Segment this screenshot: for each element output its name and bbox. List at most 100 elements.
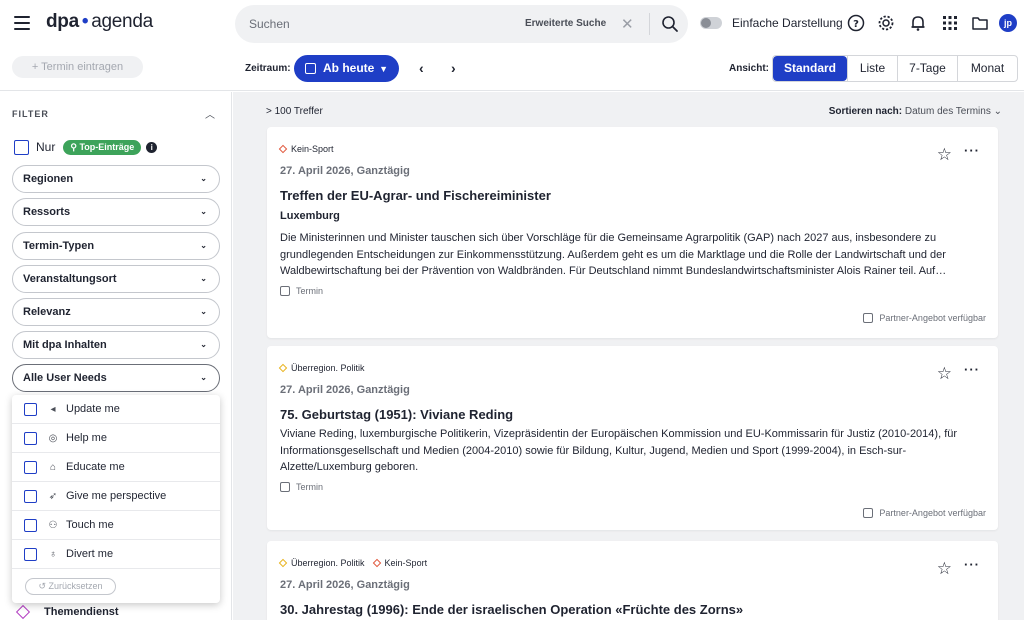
filter-regionen[interactable]: Regionen ⌄ <box>12 165 220 193</box>
next-arrow-icon[interactable]: › <box>451 60 456 76</box>
user-need-option[interactable]: ⚇ Touch me <box>12 511 220 540</box>
reset-label: Zurücksetzen <box>48 581 103 591</box>
event-date: 27. April 2026, Ganztägig <box>280 165 410 177</box>
partner-label: Partner-Angebot verfügbar <box>879 508 986 518</box>
event-title[interactable]: 75. Geburtstag (1951): Viviane Reding <box>280 407 513 422</box>
info-icon[interactable]: i <box>146 141 158 153</box>
lifebuoy-icon: ◎ <box>48 432 58 444</box>
more-options-icon[interactable]: ··· <box>964 362 980 377</box>
category-tag: Überregion. Politik <box>278 558 365 568</box>
chevron-up-icon[interactable]: ︿ <box>205 106 215 121</box>
user-need-option[interactable]: ⌂ Educate me <box>12 453 220 482</box>
results-area: > 100 Treffer Sortieren nach: Datum des … <box>233 92 1024 620</box>
sort-control[interactable]: Sortieren nach: Datum des Termins ⌄ <box>829 106 1002 117</box>
tab-monat[interactable]: Monat <box>957 56 1017 81</box>
hamburger-menu-icon[interactable] <box>14 16 30 30</box>
user-need-label: Update me <box>66 403 120 415</box>
chevron-down-icon: ⌄ <box>993 106 1002 117</box>
event-type-label: Termin <box>296 482 324 492</box>
star-icon[interactable]: ☆ <box>937 364 952 384</box>
balloon-icon: ♁ <box>49 548 57 560</box>
themendienst-label: Themendienst <box>44 606 119 618</box>
user-need-checkbox[interactable] <box>24 460 37 474</box>
help-icon[interactable]: ? <box>847 14 865 32</box>
sidebar-item-themendienst[interactable]: Themendienst <box>15 604 119 620</box>
filter-relevanz[interactable]: Relevanz ⌄ <box>12 298 220 326</box>
filter-label: Relevanz <box>23 306 71 318</box>
filter-user-needs[interactable]: Alle User Needs ⌄ <box>12 364 220 392</box>
event-title[interactable]: 30. Jahrestag (1996): Ende der israelisc… <box>280 602 743 617</box>
chevron-down-icon: ⌄ <box>200 274 207 283</box>
card-tags: Überregion. Politik Kein-Sport <box>278 558 436 568</box>
user-need-checkbox[interactable] <box>24 518 37 532</box>
user-need-option[interactable]: ◎ Help me <box>12 424 220 453</box>
more-options-icon[interactable]: ··· <box>964 143 980 158</box>
card-tags: Überregion. Politik <box>278 363 374 373</box>
user-need-checkbox[interactable] <box>24 402 37 416</box>
filter-label: Ressorts <box>23 206 71 218</box>
search-icon[interactable] <box>661 15 679 33</box>
chevron-down-icon: ⌄ <box>200 174 207 183</box>
chevron-down-icon: ⌄ <box>200 373 207 382</box>
user-need-option[interactable]: ◂ Update me <box>12 395 220 424</box>
calendar-icon <box>305 63 316 74</box>
tag-label: Kein-Sport <box>384 558 428 568</box>
nur-label: Nur <box>36 140 56 154</box>
advanced-search-link[interactable]: Erweiterte Suche <box>525 18 606 29</box>
star-icon[interactable]: ☆ <box>937 145 952 165</box>
prev-arrow-icon[interactable]: ‹ <box>419 60 424 76</box>
logo-dot: • <box>81 11 89 32</box>
filter-veranstaltungsort[interactable]: Veranstaltungsort ⌄ <box>12 265 220 293</box>
event-description: Viviane Reding, luxemburgische Politiker… <box>280 428 958 473</box>
tag-label: Kein-Sport <box>291 144 334 154</box>
user-need-checkbox[interactable] <box>24 489 37 503</box>
user-need-option[interactable]: ♁ Divert me <box>12 540 220 569</box>
zeitraum-dropdown[interactable]: Ab heute ▼ <box>294 55 399 82</box>
event-card[interactable]: Überregion. Politik Kein-Sport ☆ ··· 27.… <box>267 541 998 620</box>
shopping-bag-icon <box>863 313 874 323</box>
apps-grid-icon[interactable] <box>941 14 959 32</box>
event-card[interactable]: Kein-Sport ☆ ··· 27. April 2026, Ganztäg… <box>267 127 998 338</box>
filter-dpa-inhalte[interactable]: Mit dpa Inhalten ⌄ <box>12 331 220 359</box>
event-date: 27. April 2026, Ganztägig <box>280 579 410 591</box>
event-card[interactable]: Überregion. Politik ☆ ··· 27. April 2026… <box>267 346 998 530</box>
event-description: Die Ministerinnen und Minister tauschen … <box>280 232 947 277</box>
more-options-icon[interactable]: ··· <box>964 557 980 572</box>
diamond-icon <box>15 604 31 620</box>
zeitraum-label: Zeitraum: <box>245 63 291 74</box>
user-avatar[interactable]: jp <box>999 14 1017 32</box>
add-event-button[interactable]: + Termin eintragen <box>12 56 143 78</box>
user-need-option[interactable]: ➶ Give me perspective <box>12 482 220 511</box>
top-entries-checkbox[interactable] <box>14 139 29 155</box>
hit-count: > 100 Treffer <box>266 106 323 117</box>
user-need-checkbox[interactable] <box>24 431 37 445</box>
simple-view-toggle[interactable] <box>700 17 722 29</box>
reset-button[interactable]: ↺ Zurücksetzen <box>25 578 116 595</box>
chevron-down-icon: ⌄ <box>200 340 207 349</box>
calendar-icon <box>280 286 290 296</box>
top-entries-badge: ⚲ Top-Einträge <box>63 139 142 155</box>
filter-termin-typen[interactable]: Termin-Typen ⌄ <box>12 232 220 260</box>
user-need-checkbox[interactable] <box>24 547 37 561</box>
logo-agenda: agenda <box>91 11 153 32</box>
filter-label: Regionen <box>23 173 74 185</box>
tab-liste[interactable]: Liste <box>847 56 897 81</box>
bell-icon[interactable] <box>909 14 927 32</box>
star-icon[interactable]: ☆ <box>937 559 952 579</box>
event-location: Luxemburg <box>280 210 340 222</box>
tab-standard[interactable]: Standard <box>773 56 847 81</box>
clear-search-icon[interactable]: ✕ <box>621 15 634 33</box>
folder-icon[interactable] <box>971 14 989 32</box>
category-tag: Kein-Sport <box>372 558 428 568</box>
diamond-icon <box>278 144 288 154</box>
category-tag: Kein-Sport <box>278 144 334 154</box>
event-title[interactable]: Treffen der EU-Agrar- und Fischereiminis… <box>280 188 551 203</box>
top-entries-filter: Nur ⚲ Top-Einträge i <box>14 139 158 155</box>
search-bar[interactable]: Suchen Erweiterte Suche ✕ <box>235 5 688 43</box>
filter-ressorts[interactable]: Ressorts ⌄ <box>12 198 220 226</box>
diamond-icon <box>278 558 288 568</box>
settings-icon[interactable] <box>877 14 895 32</box>
search-input[interactable]: Suchen <box>249 17 290 31</box>
tab-7-tage[interactable]: 7-Tage <box>897 56 957 81</box>
app-logo[interactable]: dpa • agenda <box>46 11 153 33</box>
